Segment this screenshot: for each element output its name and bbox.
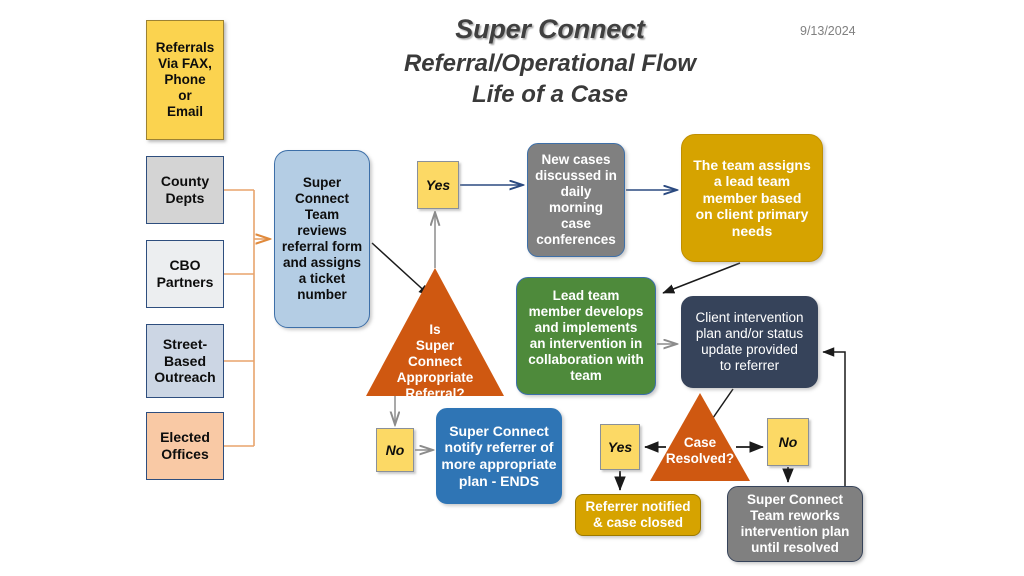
- node-team-reworks-plan: Super Connect Team reworks intervention …: [727, 486, 863, 562]
- node-cbo-partners: CBO Partners: [146, 240, 224, 308]
- triangle-shape-referral: [366, 268, 504, 396]
- triangle-shape-resolved: [650, 393, 750, 481]
- node-notify-referrer-ends: Super Connect notify referrer of more ap…: [436, 408, 562, 504]
- node-super-connect-team-review: Super Connect Team reviews referral form…: [274, 150, 370, 328]
- label-yes-referral: Yes: [417, 161, 459, 209]
- label-yes-resolved: Yes: [600, 424, 640, 470]
- source-bus-connector: [224, 189, 255, 447]
- label-no-resolved: No: [767, 418, 809, 466]
- node-client-intervention-plan: Client intervention plan and/or status u…: [681, 296, 818, 388]
- node-elected-offices: Elected Offices: [146, 412, 224, 480]
- page-title: Super Connect: [455, 14, 645, 44]
- node-new-cases-conference: New cases discussed in daily morning cas…: [527, 143, 625, 257]
- label-no-referral: No: [376, 428, 414, 472]
- flowchart-canvas: Super Connect Referral/Operational Flow …: [0, 0, 1024, 576]
- node-referrals-intake: Referrals Via FAX, Phone or Email: [146, 20, 224, 140]
- rework-feedback-loop-arrow: [822, 347, 846, 486]
- node-street-based-outreach: Street- Based Outreach: [146, 324, 224, 398]
- page-subtitle-line1: Referral/Operational Flow: [403, 50, 697, 77]
- node-team-assigns-lead: The team assigns a lead team member base…: [681, 134, 823, 262]
- node-lead-member-intervention: Lead team member develops and implements…: [516, 277, 656, 395]
- assigns-to-lead-arrow: [662, 262, 741, 294]
- decision-is-appropriate-referral: Is Super Connect Appropriate Referral?: [366, 268, 504, 401]
- page-subtitle-line2: Life of a Case: [471, 81, 629, 108]
- date-stamp: 9/13/2024: [800, 24, 856, 38]
- node-referrer-notified-closed: Referrer notified & case closed: [575, 494, 701, 536]
- node-county-depts: County Depts: [146, 156, 224, 224]
- decision-case-resolved: Case Resolved?: [650, 393, 750, 481]
